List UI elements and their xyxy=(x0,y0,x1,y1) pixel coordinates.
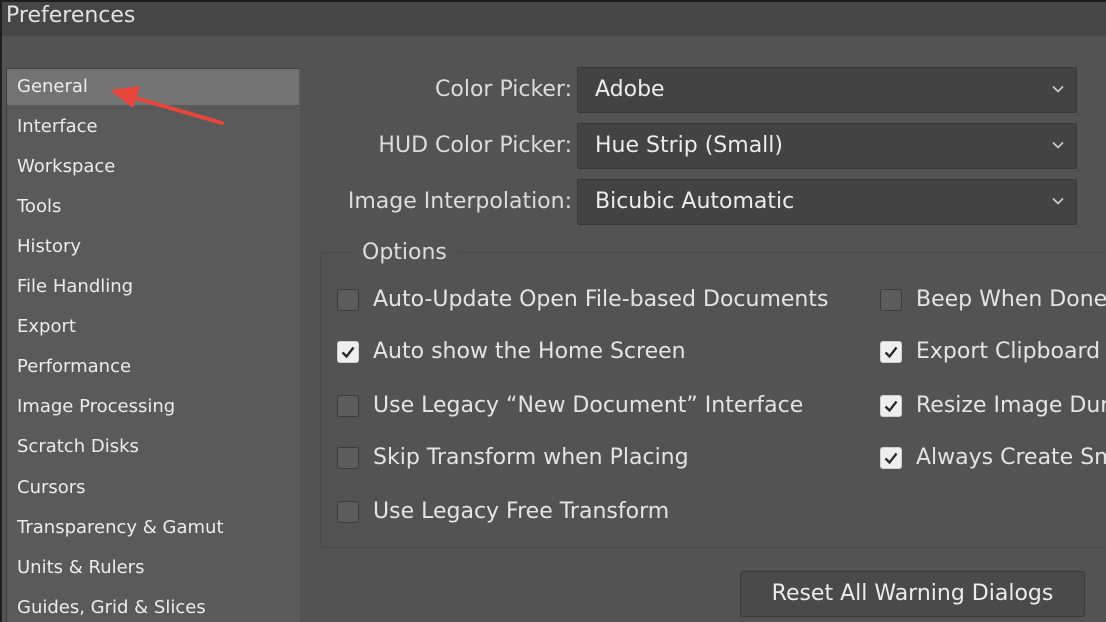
sidebar-item-image-processing[interactable]: Image Processing xyxy=(7,389,299,425)
preferences-dialog: Preferences General Interface Workspace … xyxy=(0,0,1106,622)
option-label: Auto-Update Open File-based Documents xyxy=(373,287,829,312)
color-picker-value: Adobe xyxy=(595,77,665,102)
color-picker-select[interactable]: Adobe xyxy=(577,67,1077,113)
sidebar-item-export[interactable]: Export xyxy=(7,309,299,345)
chevron-down-icon xyxy=(1052,85,1064,93)
checkmark-icon xyxy=(884,452,898,465)
sidebar-item-scratch-disks[interactable]: Scratch Disks xyxy=(7,429,299,465)
sidebar-item-history[interactable]: History xyxy=(7,229,299,265)
hud-color-picker-select[interactable]: Hue Strip (Small) xyxy=(577,123,1077,169)
sidebar-item-workspace[interactable]: Workspace xyxy=(7,149,299,185)
option-label: Always Create Smart Objects when Placing xyxy=(916,445,1106,470)
checkbox-checked[interactable] xyxy=(880,447,902,469)
option-label: Use Legacy Free Transform xyxy=(373,499,670,524)
checkbox[interactable] xyxy=(337,501,359,523)
preferences-sidebar: General Interface Workspace Tools Histor… xyxy=(6,68,300,622)
option-label: Beep When Done xyxy=(916,287,1106,312)
sidebar-item-file-handling[interactable]: File Handling xyxy=(7,269,299,305)
option-label: Use Legacy “New Document” Interface xyxy=(373,393,804,418)
hud-color-picker-value: Hue Strip (Small) xyxy=(595,133,783,158)
reset-all-warning-dialogs-button[interactable]: Reset All Warning Dialogs xyxy=(740,571,1085,617)
sidebar-item-tools[interactable]: Tools xyxy=(7,189,299,225)
option-label: Resize Image During Paste/Place xyxy=(916,393,1106,418)
option-label: Skip Transform when Placing xyxy=(373,445,689,470)
image-interpolation-row: Image Interpolation: xyxy=(300,179,572,225)
sidebar-item-performance[interactable]: Performance xyxy=(7,349,299,385)
image-interpolation-value: Bicubic Automatic xyxy=(595,189,795,214)
color-picker-label: Color Picker: xyxy=(435,77,572,102)
option-label: Export Clipboard xyxy=(916,339,1101,364)
checkbox-checked[interactable] xyxy=(880,341,902,363)
color-picker-row: Color Picker: xyxy=(300,67,572,113)
checkbox[interactable] xyxy=(337,447,359,469)
window-title: Preferences xyxy=(2,0,1106,36)
hud-color-picker-row: HUD Color Picker: xyxy=(300,123,572,169)
checkbox[interactable] xyxy=(337,395,359,417)
checkbox-checked[interactable] xyxy=(337,341,359,363)
hud-color-picker-label: HUD Color Picker: xyxy=(378,133,572,158)
image-interpolation-label: Image Interpolation: xyxy=(347,189,572,214)
sidebar-item-cursors[interactable]: Cursors xyxy=(7,470,299,506)
sidebar-item-guides-grid-slices[interactable]: Guides, Grid & Slices xyxy=(7,590,299,622)
sidebar-item-transparency-gamut[interactable]: Transparency & Gamut xyxy=(7,510,299,546)
options-title: Options xyxy=(352,238,457,268)
option-label: Auto show the Home Screen xyxy=(373,339,686,364)
chevron-down-icon xyxy=(1052,141,1064,149)
checkmark-icon xyxy=(341,346,355,359)
checkmark-icon xyxy=(884,346,898,359)
chevron-down-icon xyxy=(1052,197,1064,205)
checkbox-checked[interactable] xyxy=(880,395,902,417)
checkbox[interactable] xyxy=(337,289,359,311)
sidebar-item-units-rulers[interactable]: Units & Rulers xyxy=(7,550,299,586)
image-interpolation-select[interactable]: Bicubic Automatic xyxy=(577,179,1077,225)
checkmark-icon xyxy=(884,400,898,413)
checkbox[interactable] xyxy=(880,289,902,311)
annotation-arrow-icon xyxy=(110,86,224,125)
